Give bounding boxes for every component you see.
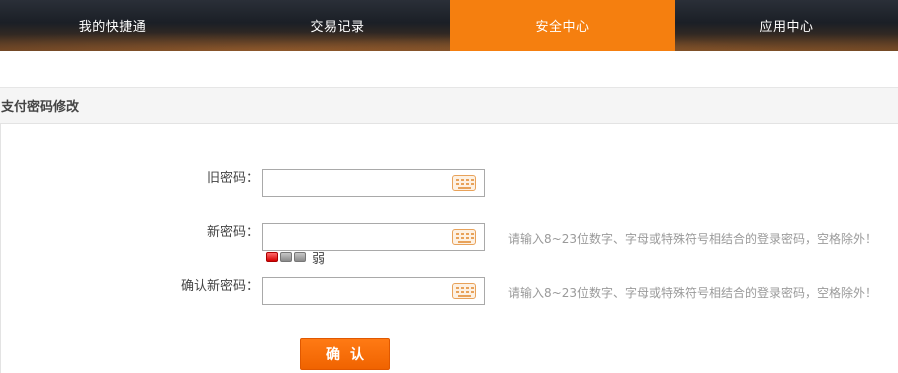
strength-bar-3 bbox=[294, 252, 306, 262]
password-strength-meter: 弱 bbox=[266, 250, 326, 267]
tab-label: 应用中心 bbox=[759, 20, 814, 35]
password-form: 旧密码： 新密码： 请输入8~23位数字、字母或特殊符号相结合的登录密码，空格除… bbox=[0, 124, 898, 373]
old-password-label: 旧密码： bbox=[206, 171, 259, 186]
confirm-password-label: 确认新密码： bbox=[180, 279, 259, 294]
tab-label: 安全中心 bbox=[535, 20, 590, 35]
strength-level-text: 弱 bbox=[312, 251, 326, 267]
confirm-password-hint: 请输入8~23位数字、字母或特殊符号相结合的登录密码，空格除外！ bbox=[508, 286, 877, 300]
keyboard-icon[interactable] bbox=[452, 175, 476, 191]
new-password-label: 新密码： bbox=[206, 225, 259, 240]
section-header: 支付密码修改 bbox=[0, 87, 898, 124]
old-password-input[interactable] bbox=[263, 170, 443, 196]
top-navigation: 我的快捷通 交易记录 安全中心 应用中心 bbox=[0, 0, 898, 51]
tab-security-center[interactable]: 安全中心 bbox=[450, 0, 675, 51]
keyboard-icon[interactable] bbox=[452, 283, 476, 299]
tab-label: 交易记录 bbox=[310, 20, 365, 35]
section-title: 支付密码修改 bbox=[1, 100, 80, 115]
new-password-row: 新密码： 请输入8~23位数字、字母或特殊符号相结合的登录密码，空格除外！ bbox=[1, 223, 898, 251]
old-password-field[interactable] bbox=[262, 169, 485, 197]
old-password-row: 旧密码： bbox=[1, 169, 898, 197]
new-password-input[interactable] bbox=[263, 224, 443, 250]
confirm-password-row: 确认新密码： 请输入8~23位数字、字母或特殊符号相结合的登录密码，空格除外！ bbox=[1, 277, 898, 305]
keyboard-icon[interactable] bbox=[452, 229, 476, 245]
confirm-button[interactable]: 确认 bbox=[300, 338, 390, 370]
confirm-password-field[interactable] bbox=[262, 277, 485, 305]
tab-transaction-records[interactable]: 交易记录 bbox=[225, 0, 450, 51]
tab-my-kuaijietong[interactable]: 我的快捷通 bbox=[0, 0, 225, 51]
new-password-field[interactable] bbox=[262, 223, 485, 251]
confirm-button-label: 确认 bbox=[326, 347, 374, 363]
strength-bar-1 bbox=[266, 252, 278, 262]
tab-app-center[interactable]: 应用中心 bbox=[675, 0, 898, 51]
tab-label: 我的快捷通 bbox=[78, 20, 147, 35]
new-password-hint: 请输入8~23位数字、字母或特殊符号相结合的登录密码，空格除外！ bbox=[508, 232, 877, 246]
strength-bar-2 bbox=[280, 252, 292, 262]
confirm-password-input[interactable] bbox=[263, 278, 443, 304]
